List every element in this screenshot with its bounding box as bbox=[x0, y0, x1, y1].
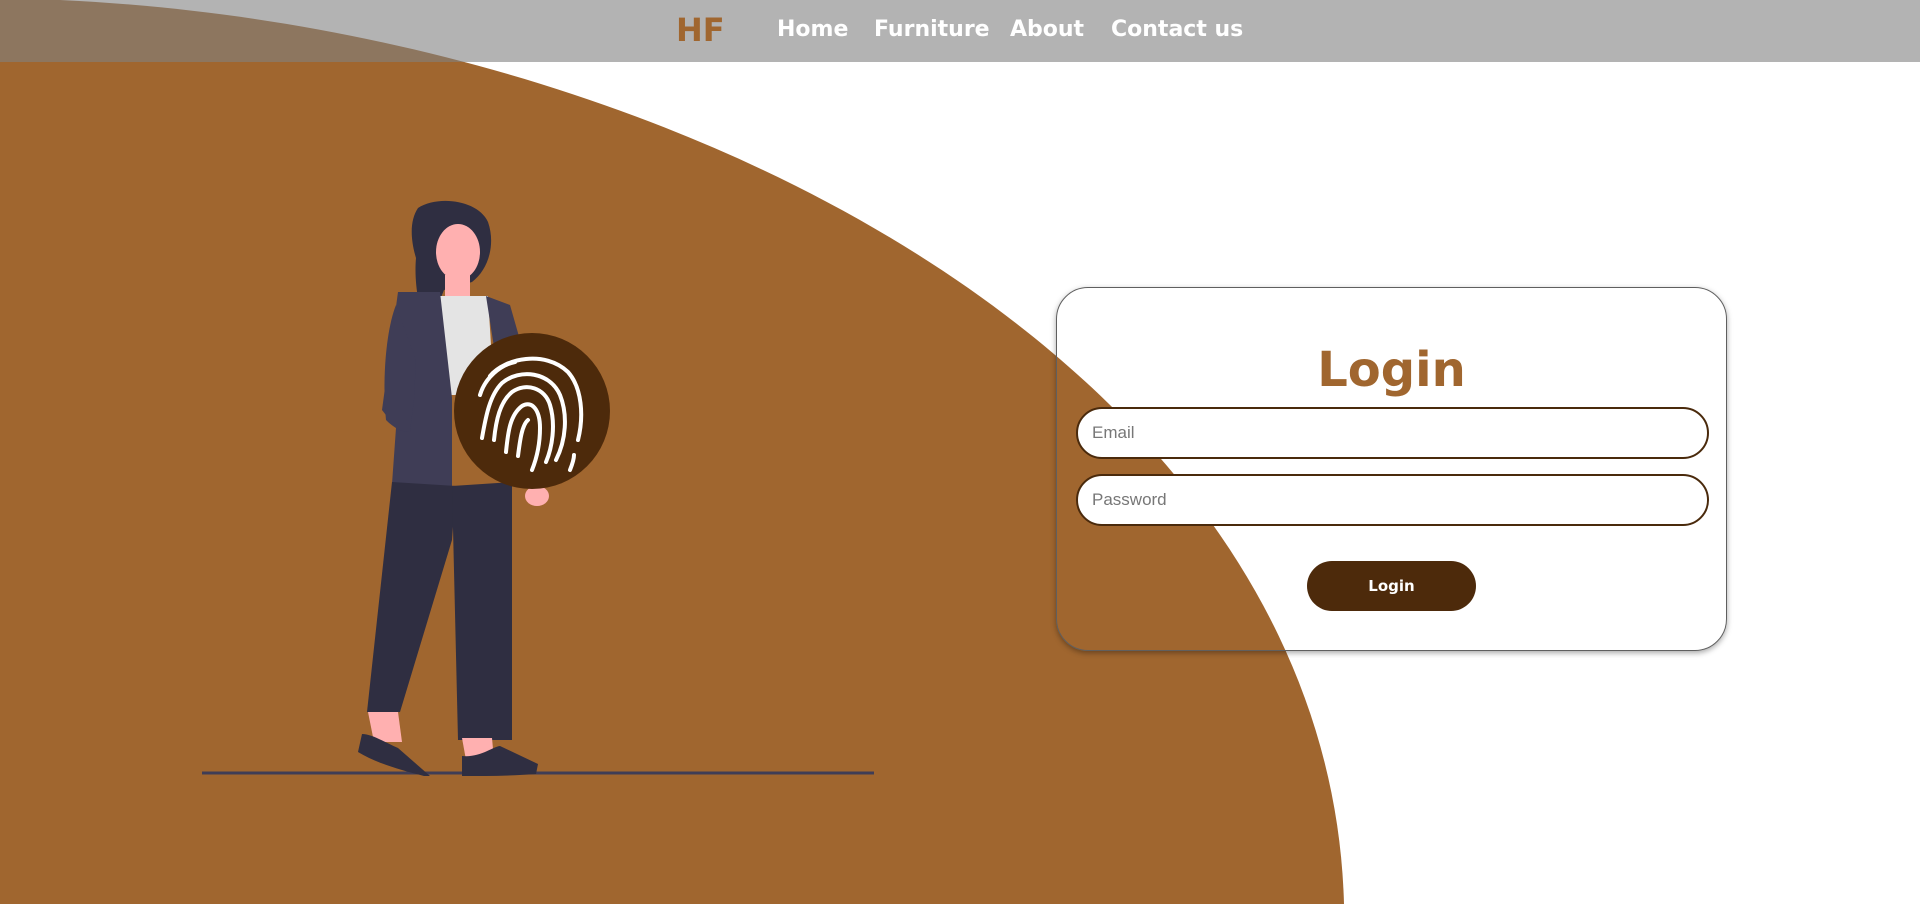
nav-link-contact-us[interactable]: Contact us bbox=[1111, 16, 1243, 44]
nav-link-furniture[interactable]: Furniture bbox=[874, 16, 990, 44]
person-pants bbox=[367, 482, 456, 712]
login-title: Login bbox=[1317, 342, 1466, 399]
login-card: Login Login bbox=[1056, 287, 1727, 651]
email-input[interactable] bbox=[1076, 407, 1709, 459]
person-face bbox=[436, 224, 480, 280]
nav-link-about[interactable]: About bbox=[1010, 16, 1084, 44]
nav-link-home[interactable]: Home bbox=[777, 16, 848, 44]
navbar: HF Home Furniture About Contact us bbox=[0, 0, 1920, 62]
fingerprint-icon bbox=[454, 333, 610, 489]
password-input[interactable] bbox=[1076, 474, 1709, 526]
login-button[interactable]: Login bbox=[1307, 561, 1476, 611]
logo[interactable]: HF bbox=[676, 10, 725, 50]
